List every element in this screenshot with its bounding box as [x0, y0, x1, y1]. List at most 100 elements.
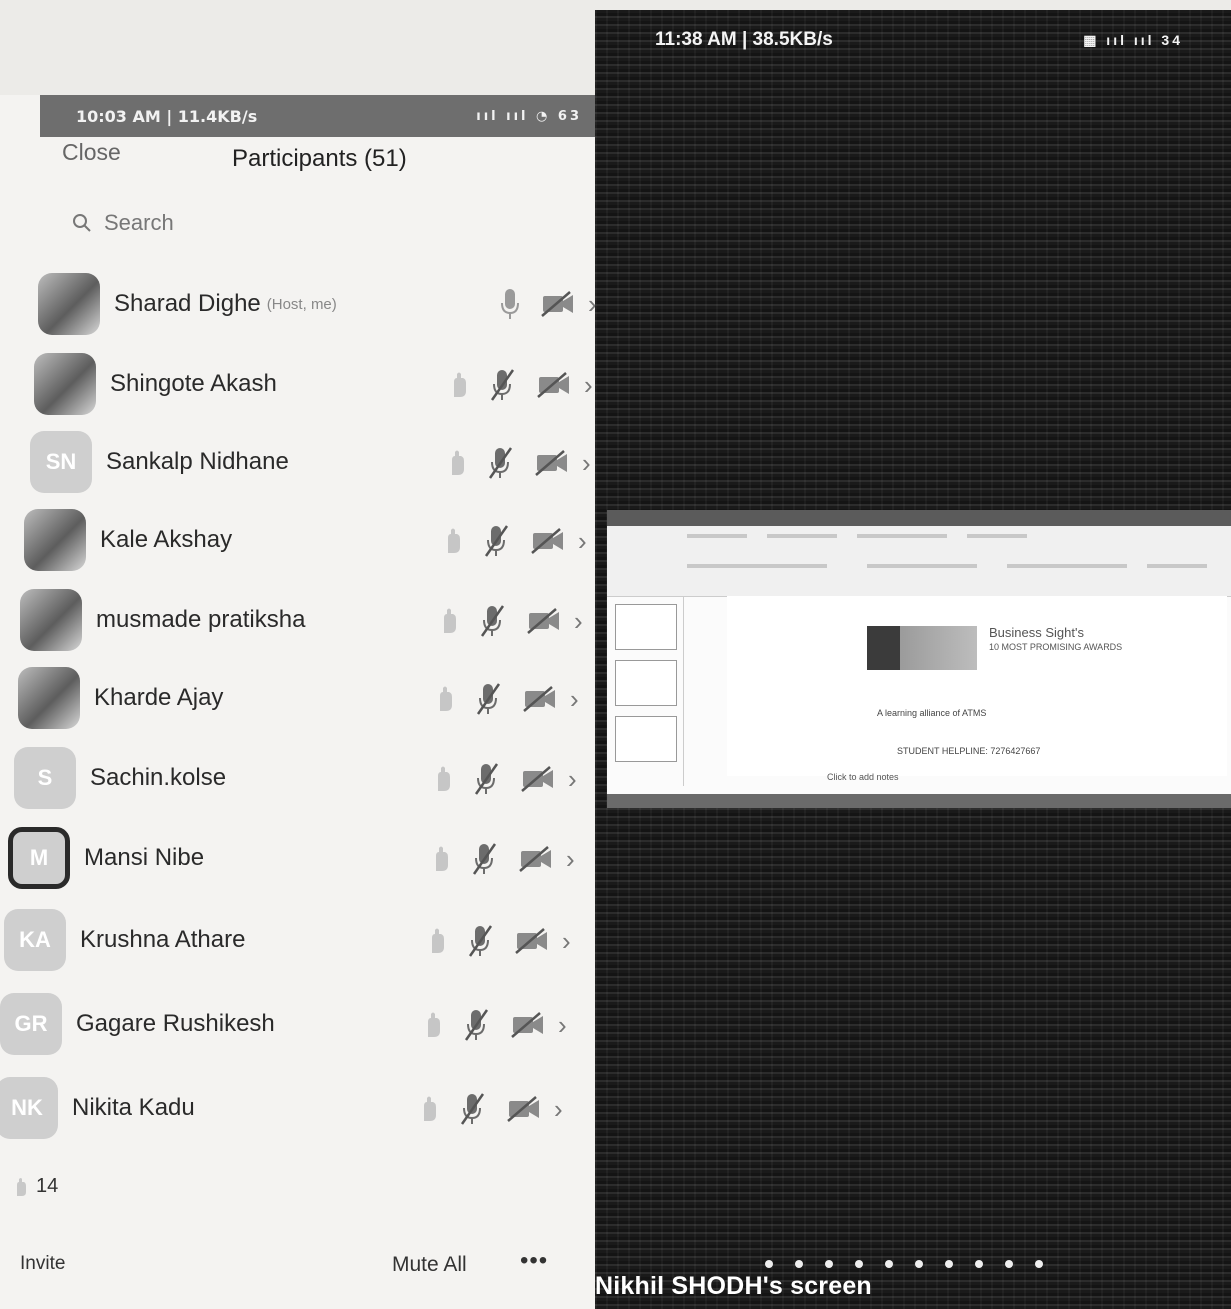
microphone-muted-icon[interactable] [478, 603, 506, 639]
raise-hand-icon [420, 1095, 438, 1123]
raise-hand-icon [448, 449, 466, 477]
search-icon [72, 213, 104, 233]
chevron-right-icon[interactable]: › [562, 926, 571, 957]
microphone-muted-icon[interactable] [474, 681, 502, 717]
participant-row[interactable]: Sharad Dighe (Host, me) [38, 265, 337, 343]
avatar: KA [4, 909, 66, 971]
slide-thumbnail[interactable] [615, 660, 677, 706]
participant-name: Sankalp Nidhane [106, 448, 289, 475]
chevron-right-icon[interactable]: › [584, 370, 593, 401]
video-off-icon[interactable] [536, 371, 572, 399]
chevron-right-icon[interactable]: › [570, 684, 579, 715]
status-bar: 10:03 AM | 11.4KB/s ııl ııl ◔ 63 [40, 95, 610, 137]
search-placeholder: Search [104, 210, 174, 235]
participant-row[interactable]: GR Gagare Rushikesh [0, 985, 275, 1063]
mute-all-button[interactable]: Mute All [392, 1253, 467, 1277]
shared-screen-view: 11:38 AM | 38.5KB/s ▦ ııl ııl 34 Busines… [595, 10, 1231, 1309]
video-off-icon[interactable] [540, 290, 576, 318]
close-button[interactable]: Close [62, 139, 121, 166]
participant-row[interactable]: NK Nikita Kadu [0, 1069, 195, 1147]
participant-name: musmade pratiksha [96, 606, 306, 633]
participant-row[interactable]: Shingote Akash [34, 345, 277, 423]
slide-thumbnail[interactable] [615, 716, 677, 762]
ppt-statusbar [607, 794, 1231, 808]
microphone-muted-icon[interactable] [482, 523, 510, 559]
video-off-icon[interactable] [530, 527, 566, 555]
participant-row[interactable]: M Mansi Nibe [8, 819, 204, 897]
chevron-right-icon[interactable]: › [558, 1010, 567, 1041]
slide-line: STUDENT HELPLINE: 7276427667 [897, 746, 1041, 756]
video-off-icon[interactable] [520, 765, 556, 793]
raised-hands-count: 14 [14, 1175, 58, 1198]
page-title: Participants (51) [232, 145, 407, 172]
raise-hand-icon [424, 1011, 442, 1039]
avatar: S [14, 747, 76, 809]
raise-hand-icon [434, 765, 452, 793]
avatar [34, 353, 96, 415]
video-off-icon[interactable] [506, 1095, 542, 1123]
chevron-right-icon[interactable]: › [568, 764, 577, 795]
raise-hand-icon [436, 685, 454, 713]
raise-hand-icon [428, 927, 446, 955]
participant-name: Kharde Ajay [94, 684, 224, 711]
participant-row[interactable]: SN Sankalp Nidhane [30, 423, 289, 501]
participant-row[interactable]: Kale Akshay [24, 501, 232, 579]
microphone-muted-icon[interactable] [462, 1007, 490, 1043]
participant-controls: › [420, 1091, 563, 1127]
video-off-icon[interactable] [510, 1011, 546, 1039]
slide-thumbnail[interactable] [615, 604, 677, 650]
participant-name: Mansi Nibe [84, 844, 205, 871]
participant-controls: › [444, 523, 587, 559]
avatar: GR [0, 993, 62, 1055]
video-off-icon[interactable] [518, 845, 554, 873]
microphone-muted-icon[interactable] [486, 445, 514, 481]
invite-button[interactable]: Invite [20, 1253, 65, 1275]
slide-notes[interactable]: Click to add notes [827, 772, 899, 782]
microphone-muted-icon[interactable] [466, 923, 494, 959]
search-input[interactable]: Search [72, 205, 512, 241]
ppt-titlebar [607, 510, 1231, 526]
participants-panel: 10:03 AM | 11.4KB/s ııl ııl ◔ 63 Close P… [0, 95, 610, 1309]
participant-controls: › [432, 841, 575, 877]
slide-photo [867, 626, 977, 670]
microphone-muted-icon[interactable] [472, 761, 500, 797]
avatar [20, 589, 82, 651]
chevron-right-icon[interactable]: › [554, 1094, 563, 1125]
chevron-right-icon[interactable]: › [574, 606, 583, 637]
participant-controls: › [440, 603, 583, 639]
raise-hand-icon [450, 371, 468, 399]
status-time-right: 11:38 AM | 38.5KB/s [655, 29, 833, 50]
avatar: M [8, 827, 70, 889]
participant-controls: › [436, 681, 579, 717]
participant-row[interactable]: Kharde Ajay [18, 659, 223, 737]
participant-row[interactable]: S Sachin.kolse [14, 739, 226, 817]
participant-name: Sharad Dighe [114, 290, 261, 317]
microphone-muted-icon[interactable] [470, 841, 498, 877]
microphone-icon[interactable] [500, 287, 520, 321]
participant-controls: › [450, 367, 593, 403]
raise-hand-icon [432, 845, 450, 873]
chevron-right-icon[interactable]: › [566, 844, 575, 875]
host-tag: (Host, me) [266, 295, 337, 313]
page-indicator[interactable] [765, 1260, 1043, 1268]
video-off-icon[interactable] [522, 685, 558, 713]
participant-row[interactable]: KA Krushna Athare [4, 901, 245, 979]
microphone-muted-icon[interactable] [458, 1091, 486, 1127]
video-off-icon[interactable] [514, 927, 550, 955]
video-off-icon[interactable] [526, 607, 562, 635]
participant-controls: › [434, 761, 577, 797]
current-slide: Business Sight's 10 MOST PROMISING AWARD… [727, 596, 1227, 776]
participant-name: Sachin.kolse [90, 764, 227, 791]
participant-row[interactable]: musmade pratiksha [20, 581, 305, 659]
more-options-button[interactable]: ••• [520, 1247, 548, 1275]
slide-title: Business Sight's [989, 625, 1084, 640]
microphone-muted-icon[interactable] [488, 367, 516, 403]
shared-presentation[interactable]: Business Sight's 10 MOST PROMISING AWARD… [607, 510, 1231, 808]
participant-name: Gagare Rushikesh [76, 1010, 275, 1037]
avatar [24, 509, 86, 571]
chevron-right-icon[interactable]: › [578, 526, 587, 557]
chevron-right-icon[interactable]: › [582, 448, 591, 479]
avatar: SN [30, 431, 92, 493]
participant-name: Shingote Akash [110, 370, 277, 397]
video-off-icon[interactable] [534, 449, 570, 477]
